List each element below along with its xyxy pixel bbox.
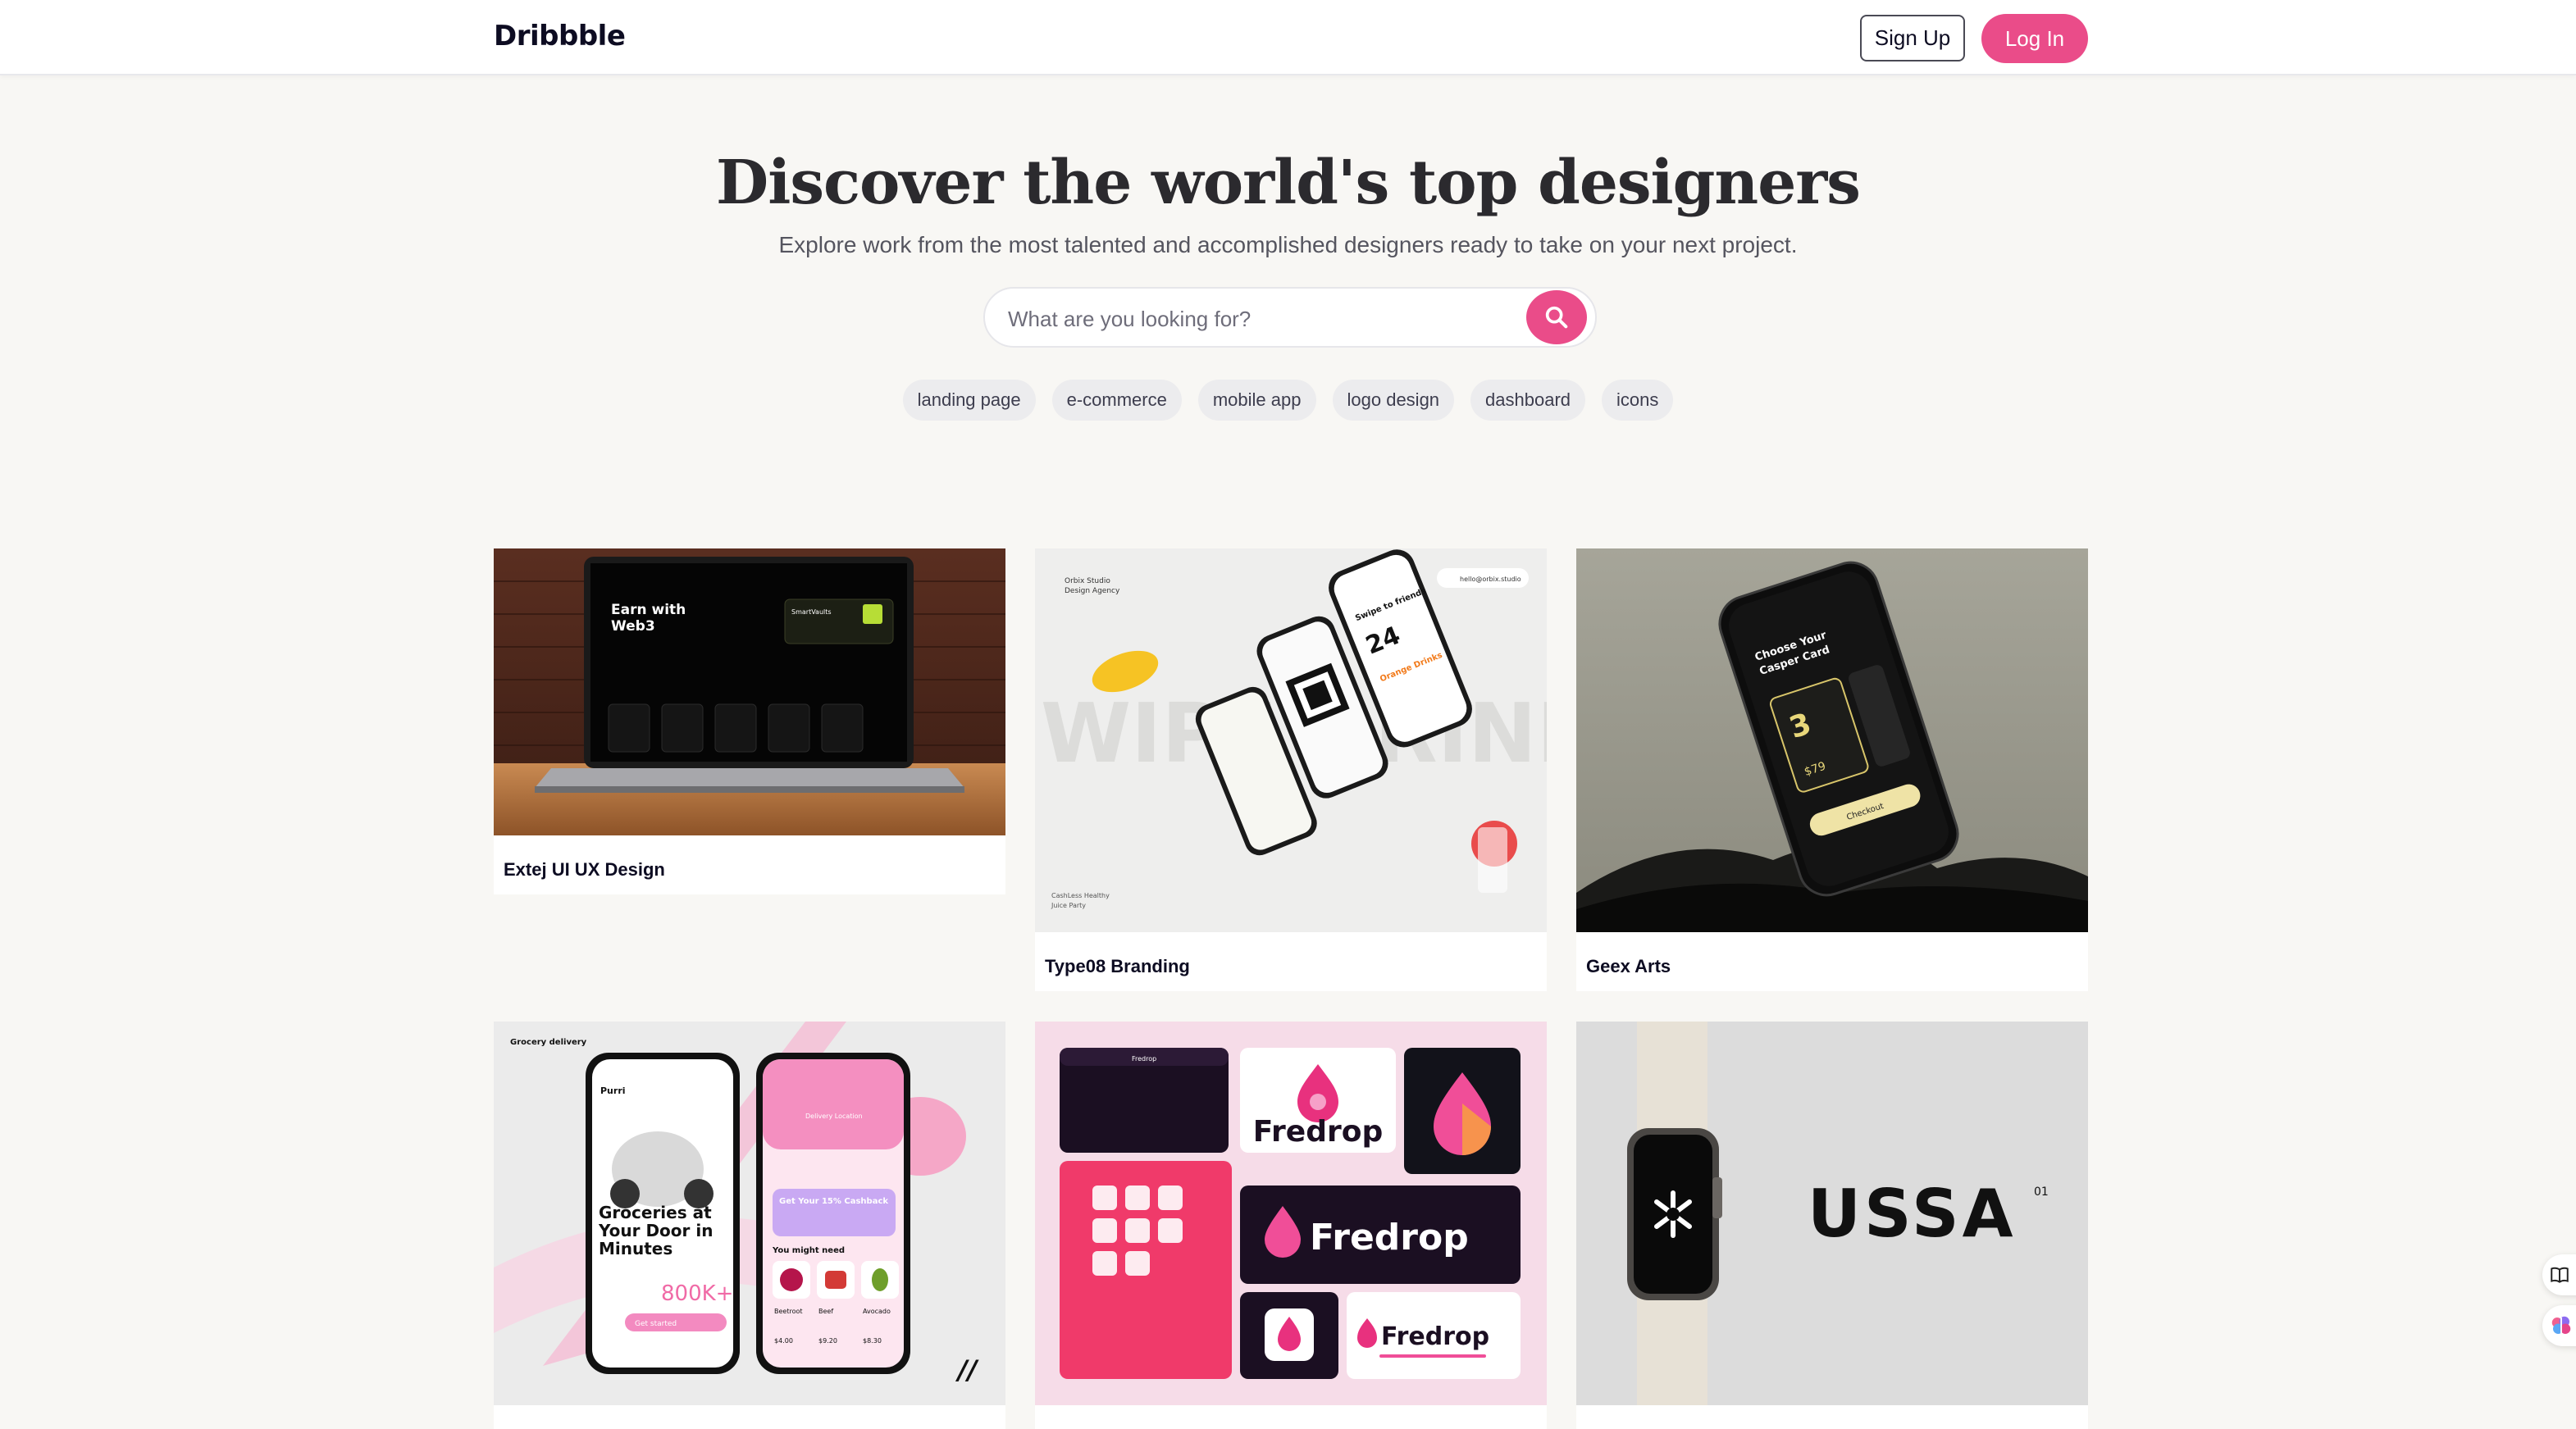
laptop-wallet: SmartVaults (791, 608, 832, 616)
signup-button[interactable]: Sign Up (1860, 15, 1965, 61)
fredrop-image: Fredrop Fredrop Fredrop Fredrop (1035, 1022, 1547, 1405)
grocery-might-need: You might need (772, 1246, 845, 1255)
grocery-item-1: Beetroot (774, 1308, 803, 1315)
tag-list: landing page e-commerce mobile app logo … (0, 380, 2576, 421)
phone-card-image: Choose Your Casper Card 3 $79 Checkout (1576, 548, 2088, 932)
hero-subtitle: Explore work from the most talented and … (778, 232, 1798, 257)
laptop-heading-2: Web3 (611, 618, 655, 635)
studio-email: hello@orbix.studio (1460, 576, 1521, 583)
search-button[interactable] (1526, 290, 1587, 344)
fredrop-logo-1: Fredrop (1253, 1115, 1383, 1149)
ussa-word: USSA (1808, 1176, 2017, 1252)
grocery-price-2: $9.20 (818, 1337, 837, 1345)
shot-thumbnail[interactable]: Choose Your Casper Card 3 $79 Checkout (1576, 548, 2088, 932)
tag-e-commerce[interactable]: e-commerce (1051, 380, 1182, 421)
fredrop-logo-2: Fredrop (1310, 1217, 1469, 1258)
browser-tab: Fredrop (1132, 1055, 1156, 1063)
shot-title[interactable]: Geex Arts (1586, 956, 1671, 977)
studio-agency: Design Agency (1065, 587, 1120, 595)
shot-thumbnail[interactable]: SWIPE DRINK Orbix Studio Design Agency h… (1035, 548, 1547, 932)
grocery-mark: // (955, 1354, 979, 1386)
tag-logo-design[interactable]: logo design (1332, 380, 1455, 421)
shot-card[interactable]: Choose Your Casper Card 3 $79 Checkout G… (1576, 548, 2088, 991)
shot-card[interactable]: USSA 01 (1576, 1022, 2088, 1429)
hero-title: Discover the world's top designers (716, 148, 1861, 218)
tag-mobile-app[interactable]: mobile app (1197, 380, 1316, 421)
tag-icons[interactable]: icons (1602, 380, 1674, 421)
shot-thumbnail[interactable]: Fredrop Fredrop Fredrop Fredrop (1035, 1022, 1547, 1405)
shot-card[interactable]: Earn with Web3 SmartVaults Extej UI UX D… (494, 548, 1005, 894)
side-widget-brain[interactable] (2542, 1305, 2576, 1346)
book-icon (2551, 1267, 2569, 1283)
search-box (983, 287, 1597, 348)
watch-image: USSA 01 (1576, 1022, 2088, 1405)
brand-2: Juice Party (1051, 902, 1086, 909)
logo[interactable]: Dribbble (494, 20, 626, 52)
grocery-label: Grocery delivery (510, 1038, 587, 1047)
tag-dashboard[interactable]: dashboard (1470, 380, 1586, 421)
shot-thumbnail[interactable]: Grocery delivery Purri Groceries at Your… (494, 1022, 1005, 1405)
grocery-headline: Groceries at Your Door in Minutes (599, 1204, 714, 1258)
studio-name: Orbix Studio (1065, 577, 1110, 585)
search-input[interactable] (1008, 303, 1467, 334)
shot-title[interactable]: Type08 Branding (1045, 956, 1190, 977)
laptop-heading-1: Earn with (611, 602, 686, 618)
login-button[interactable]: Log In (1981, 14, 2088, 63)
search-icon (1545, 306, 1568, 329)
ussa-number: 01 (2034, 1186, 2049, 1199)
shot-card[interactable]: Fredrop Fredrop Fredrop Fredrop (1035, 1022, 1547, 1429)
shot-card[interactable]: SWIPE DRINK Orbix Studio Design Agency h… (1035, 548, 1547, 991)
shot-thumbnail[interactable]: USSA 01 (1576, 1022, 2088, 1405)
brand-1: CashLess Healthy (1051, 892, 1110, 899)
grocery-item-2: Beef (818, 1308, 833, 1315)
grocery-price-1: $4.00 (774, 1337, 793, 1345)
grocery-brand: Purri (600, 1085, 626, 1096)
shot-card[interactable]: Grocery delivery Purri Groceries at Your… (494, 1022, 1005, 1429)
grocery-get-started: Get started (635, 1320, 677, 1328)
laptop-image: Earn with Web3 SmartVaults (494, 548, 1005, 835)
brain-icon (2551, 1316, 2571, 1334)
shot-thumbnail[interactable]: Earn with Web3 SmartVaults (494, 548, 1005, 835)
grocery-promo: Get Your 15% Cashback (779, 1197, 888, 1206)
shot-title[interactable]: Extej UI UX Design (504, 859, 665, 881)
tag-landing-page[interactable]: landing page (902, 380, 1036, 421)
grocery-image: Grocery delivery Purri Groceries at Your… (494, 1022, 1005, 1405)
fredrop-logo-3: Fredrop (1381, 1322, 1489, 1351)
grocery-item-3: Avocado (863, 1308, 891, 1315)
grocery-stat: 800K+ (661, 1281, 733, 1306)
grocery-location: Delivery Location (805, 1113, 863, 1120)
side-widget-book[interactable] (2542, 1254, 2576, 1295)
phones-image: SWIPE DRINK Orbix Studio Design Agency h… (1035, 548, 1547, 932)
grocery-price-3: $8.30 (863, 1337, 882, 1345)
site-header: Dribbble Sign Up Log In (0, 0, 2576, 75)
